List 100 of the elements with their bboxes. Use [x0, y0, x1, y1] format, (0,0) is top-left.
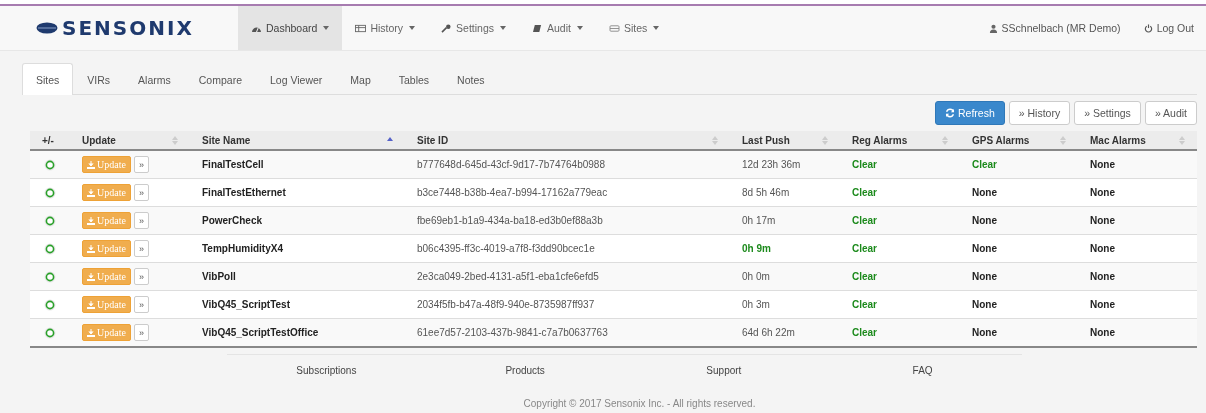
tab[interactable]: Notes — [443, 63, 499, 95]
more-button[interactable]: » — [133, 156, 149, 173]
alarm-cell: None — [960, 206, 1078, 235]
alarm-cell: None — [960, 178, 1078, 207]
more-button[interactable]: » — [133, 324, 149, 341]
alarm-cell: None — [1078, 150, 1197, 179]
refresh-icon — [944, 108, 955, 118]
tab[interactable]: Alarms — [124, 63, 185, 95]
sort-icon — [712, 135, 718, 145]
footer-link[interactable]: Support — [706, 365, 742, 376]
sort-icon — [1179, 135, 1185, 145]
alarm-cell: None — [1078, 262, 1197, 291]
logo-icon — [36, 22, 58, 34]
alarm-cell: None — [960, 290, 1078, 319]
action-button[interactable]: » Settings — [1074, 101, 1141, 125]
alarm-cell: None — [960, 262, 1078, 291]
tab[interactable]: VIRs — [73, 63, 125, 95]
alarm-cell: Clear — [840, 318, 960, 347]
site-name-cell: FinalTestEthernet — [190, 178, 405, 207]
alarm-cell: None — [1078, 318, 1197, 347]
alarm-cell: Clear — [840, 150, 960, 179]
column-header[interactable]: Update — [70, 131, 190, 150]
nav-menu-item[interactable]: History — [342, 6, 429, 50]
footer-link[interactable]: Products — [505, 365, 545, 376]
download-icon — [87, 188, 95, 197]
site-name-cell: VibQ45_ScriptTest — [190, 290, 405, 319]
alarm-cell: Clear — [840, 234, 960, 263]
alarm-cell: None — [1078, 234, 1197, 263]
expand-icon[interactable] — [44, 242, 56, 255]
last-push-cell: 12d 23h 36m — [730, 150, 840, 179]
download-icon — [87, 272, 95, 281]
book-icon — [532, 23, 543, 33]
column-header[interactable]: +/- — [30, 131, 70, 150]
column-header[interactable]: GPS Alarms — [960, 131, 1078, 150]
download-icon — [87, 244, 95, 253]
tab[interactable]: Compare — [184, 63, 256, 95]
wrench-icon — [441, 23, 453, 33]
alarm-cell: Clear — [840, 290, 960, 319]
footer-link[interactable]: Subscriptions — [296, 365, 357, 376]
alarm-cell: None — [1078, 290, 1197, 319]
more-button[interactable]: » — [133, 184, 149, 201]
download-icon — [87, 300, 95, 309]
alarm-cell: Clear — [840, 262, 960, 291]
nav-menu-item[interactable]: Dashboard — [238, 6, 343, 50]
caret-icon — [653, 26, 660, 30]
sort-icon — [1060, 135, 1066, 145]
tab[interactable]: Map — [336, 63, 385, 95]
expand-icon[interactable] — [44, 158, 56, 171]
action-button[interactable]: » Audit — [1144, 101, 1197, 125]
caret-icon — [409, 26, 416, 30]
site-name-cell: PowerCheck — [190, 206, 405, 235]
more-button[interactable]: » — [133, 240, 149, 257]
alarm-cell: None — [1078, 206, 1197, 235]
site-id-cell: b3ce7448-b38b-4ea7-b994-17162a779eac — [405, 178, 730, 207]
download-icon — [87, 216, 95, 225]
expand-icon[interactable] — [44, 326, 56, 339]
tab[interactable]: Sites — [22, 63, 74, 95]
last-push-cell: 8d 5h 46m — [730, 178, 840, 207]
nav-menu-item[interactable]: Settings — [428, 6, 519, 50]
expand-icon[interactable] — [44, 270, 56, 283]
last-push-cell: 0h 3m — [730, 290, 840, 319]
tab[interactable]: Tables — [384, 63, 444, 95]
user-icon — [987, 23, 999, 33]
more-button[interactable]: » — [133, 212, 149, 229]
site-id-cell: b06c4395-ff3c-4019-a7f8-f3dd90bcec1e — [405, 234, 730, 263]
power-icon — [1142, 23, 1154, 33]
alarm-cell: Clear — [960, 150, 1078, 179]
more-button[interactable]: » — [133, 268, 149, 285]
alarm-cell: None — [960, 234, 1078, 263]
site-name-cell: VibPoll — [190, 262, 405, 291]
brand-logo[interactable]: SENSONIX — [62, 16, 194, 40]
site-id-cell: 61ee7d57-2103-437b-9841-c7a7b0637763 — [405, 318, 730, 347]
sort-icon — [822, 135, 828, 145]
column-header[interactable]: Mac Alarms — [1078, 131, 1197, 150]
expand-icon[interactable] — [44, 186, 56, 199]
sort-icon — [942, 135, 948, 145]
caret-icon — [500, 26, 506, 30]
expand-icon[interactable] — [44, 214, 56, 227]
site-id-cell: fbe69eb1-b1a9-434a-ba18-ed3b0ef88a3b — [405, 206, 730, 235]
user-link[interactable]: SSchnelbach (MR Demo) — [1001, 22, 1121, 34]
alarm-cell: Clear — [840, 206, 960, 235]
column-header[interactable]: Reg Alarms — [840, 131, 960, 150]
drive-icon — [608, 23, 620, 33]
column-header[interactable]: Last Push — [730, 131, 840, 150]
nav-menu-item[interactable]: Audit — [519, 6, 596, 50]
logout-link[interactable]: Log Out — [1156, 22, 1194, 34]
column-header[interactable]: Site ID — [405, 131, 730, 150]
action-button[interactable]: » History — [1008, 101, 1071, 125]
last-push-cell: 0h 9m — [730, 234, 840, 263]
site-id-cell: 2034f5fb-b47a-48f9-940e-8735987ff937 — [405, 290, 730, 319]
alarm-cell: Clear — [840, 178, 960, 207]
alarm-cell: None — [960, 318, 1078, 347]
footer-link[interactable]: FAQ — [912, 365, 933, 376]
more-button[interactable]: » — [133, 296, 149, 313]
table-icon — [355, 23, 367, 33]
refresh-button[interactable]: Refresh — [934, 101, 1005, 125]
column-header[interactable]: Site Name — [190, 131, 405, 150]
tab[interactable]: Log Viewer — [255, 63, 337, 95]
nav-menu-item[interactable]: Sites — [595, 6, 673, 50]
expand-icon[interactable] — [44, 298, 56, 311]
